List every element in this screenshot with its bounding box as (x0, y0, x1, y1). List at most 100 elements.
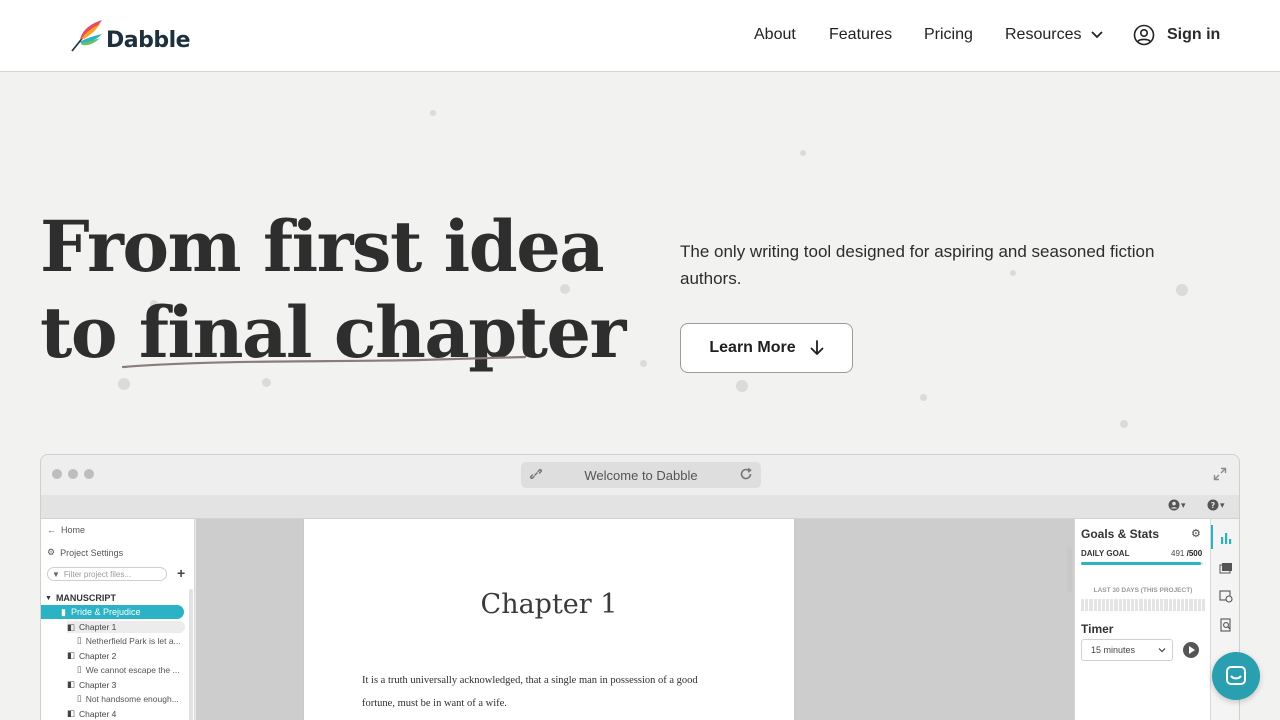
scene-label: Netherfield Park is let a... (85, 635, 181, 646)
sparkline-bar (1193, 599, 1197, 611)
scene-label: Not handsome enough... (85, 693, 179, 704)
hand-drawn-underline (121, 355, 527, 369)
chevron-down-icon: ▼ (45, 594, 52, 602)
editor-page: Chapter 1 It is a truth universally ackn… (303, 519, 795, 720)
chapter-label: Chapter 3 (79, 679, 117, 690)
sparkline-bar (1126, 599, 1131, 611)
learn-more-label: Learn More (709, 339, 796, 356)
address-title: Welcome to Dabble (584, 467, 698, 483)
sparkline-bar (1168, 599, 1172, 611)
scene-label: We cannot escape the ... (85, 664, 180, 675)
expand-icon (1213, 467, 1227, 481)
sparkline-bar (1143, 599, 1147, 611)
editor-text: It is a truth universally acknowledged, … (362, 669, 742, 715)
app-toolbar: ▾ ? ▾ (41, 495, 1239, 519)
sparkline-bar (1110, 599, 1114, 611)
filter-placeholder: Filter project files... (63, 569, 132, 579)
address-bar: Welcome to Dabble (521, 462, 761, 488)
chat-widget-button[interactable] (1212, 652, 1260, 700)
editor-scrollbar (1067, 547, 1072, 593)
nav-resources[interactable]: Resources (1005, 26, 1104, 44)
chat-icon (1226, 666, 1246, 685)
sidebar-scene: ▯ We cannot escape the ... (77, 664, 180, 675)
sidebar-settings-label: Project Settings (60, 547, 124, 558)
arrow-down-icon (810, 340, 824, 355)
sparkline-bar (1093, 599, 1097, 611)
prose-line: It is a truth universally acknowledged, … (362, 675, 698, 686)
nav-features[interactable]: Features (829, 26, 892, 44)
sidebar-scrollbar (189, 589, 193, 720)
sidebar-scene: ▯ Netherfield Park is let a... (77, 635, 181, 646)
account-menu-icon: ▾ (1168, 499, 1186, 511)
sparkline-bar (1101, 599, 1106, 611)
window-titlebar: Welcome to Dabble (41, 455, 1239, 495)
sidebar-chapter: ◧ Chapter 1 (67, 621, 185, 633)
app-preview-window: Welcome to Dabble ▾ ? ▾ ← Home ⚙ Project … (40, 454, 1240, 720)
active-indicator (1211, 525, 1213, 549)
chapter-label: Chapter 4 (79, 708, 117, 719)
sparkline-bar (1164, 599, 1168, 611)
sidebar-chapter: ◧ Chapter 2 (67, 650, 116, 661)
timer-select: 15 minutes (1081, 639, 1173, 661)
goal-current: 491 (1171, 549, 1185, 558)
link-icon (529, 468, 543, 480)
chevron-down-icon (1158, 648, 1166, 653)
manuscript-label: MANUSCRIPT (55, 593, 116, 603)
daily-goal-label: DAILY GOAL (1081, 549, 1130, 558)
goals-stats-panel: Goals & Stats ⚙ DAILY GOAL 491 /500 LAST… (1067, 519, 1210, 720)
sparkline-bar (1185, 599, 1189, 611)
sidebar-home-label: Home (61, 525, 86, 535)
sparkline-bar (1197, 599, 1201, 611)
sparkline-bar (1139, 599, 1143, 611)
add-file-icon: + (177, 565, 186, 581)
project-sidebar: ← Home ⚙ Project Settings ▼ Filter proje… (41, 519, 195, 720)
goal-target: /500 (1186, 549, 1203, 558)
sparkline-bar (1147, 599, 1151, 611)
sparkline-bar (1201, 599, 1206, 611)
sidebar-home: ← Home (47, 525, 85, 535)
sparkline-bar (1118, 599, 1122, 611)
sparkline-bar (1156, 599, 1160, 611)
help-menu-icon: ? ▾ (1207, 499, 1225, 511)
activity-sparkline (1081, 599, 1206, 611)
sparkline-bar (1160, 599, 1164, 611)
timer-label: Timer (1081, 622, 1114, 636)
book-item-selected: ▮ Pride & Prejudice (41, 605, 184, 619)
svg-text:?: ? (1211, 501, 1216, 510)
sidebar-chapter: ◧ Chapter 4 (67, 708, 116, 719)
document-icon: ▯ (77, 635, 82, 645)
nav-about[interactable]: About (754, 26, 796, 44)
prose-line: fortune, must be in want of a wife. (362, 698, 507, 709)
history-icon (1219, 590, 1233, 603)
document-icon: ▯ (77, 693, 82, 703)
document-icon: ▯ (77, 664, 82, 674)
sign-in-link[interactable]: Sign in (1133, 24, 1220, 46)
sparkline-bar (1181, 599, 1185, 611)
sparkline-bar (1135, 599, 1139, 611)
goals-title: Goals & Stats (1081, 527, 1160, 541)
chapter-heading: Chapter 1 (480, 589, 618, 620)
sparkline-bar (1189, 599, 1193, 611)
sparkline-bar (1097, 599, 1101, 611)
manuscript-section: ▼ MANUSCRIPT (45, 593, 116, 603)
learn-more-button[interactable]: Learn More (680, 323, 853, 373)
sparkline-bar (1122, 599, 1126, 611)
sparkline-bar (1131, 599, 1135, 611)
notes-icon (1219, 563, 1232, 574)
dabble-logo[interactable]: Dabble (70, 18, 191, 52)
nav-pricing[interactable]: Pricing (924, 26, 973, 44)
gear-icon: ⚙ (47, 547, 56, 557)
sidebar-chapter: ◧ Chapter 3 (67, 679, 116, 690)
chapter-label: Chapter 1 (79, 622, 117, 632)
nav-resources-label: Resources (1005, 26, 1082, 43)
chapter-icon: ◧ (67, 650, 76, 660)
book-title: Pride & Prejudice (70, 607, 141, 617)
sparkline-bar (1151, 599, 1156, 611)
search-document-icon (1220, 618, 1231, 632)
refresh-icon (740, 467, 752, 480)
chevron-down-icon (1091, 31, 1104, 39)
chapter-icon: ◧ (67, 708, 76, 718)
daily-goal-progress (1081, 562, 1203, 565)
daily-goal-count: 491 /500 (1171, 549, 1202, 558)
gear-icon: ⚙ (1191, 528, 1201, 540)
